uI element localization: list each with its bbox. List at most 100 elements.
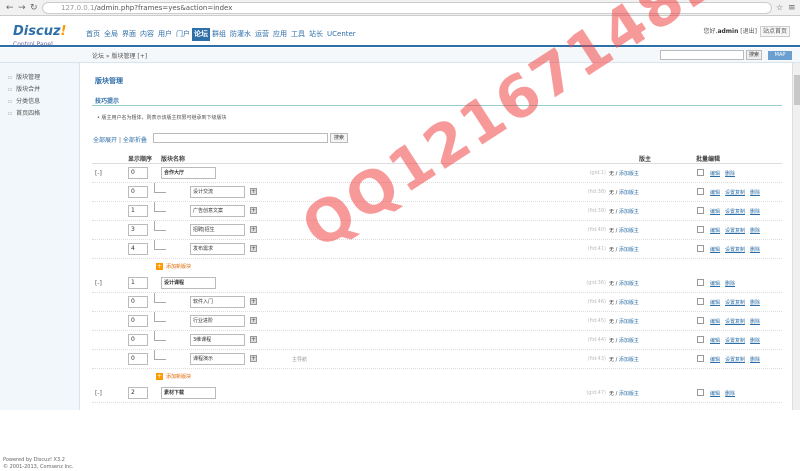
- batch-checkbox[interactable]: [697, 317, 704, 324]
- delete-link[interactable]: 删除: [750, 228, 760, 234]
- nav-item[interactable]: 站长: [307, 28, 325, 41]
- edit-link[interactable]: 编辑: [710, 228, 720, 234]
- forum-filter-input[interactable]: [153, 133, 328, 143]
- name-input[interactable]: 3维课程: [190, 334, 245, 346]
- delete-link[interactable]: 删除: [750, 338, 760, 344]
- add-subforum-icon[interactable]: +: [250, 317, 257, 324]
- add-moderator-link[interactable]: 添加版主: [619, 190, 639, 196]
- batch-checkbox[interactable]: [697, 245, 704, 252]
- batch-checkbox[interactable]: [697, 355, 704, 362]
- edit-link[interactable]: 编辑: [710, 281, 720, 287]
- edit-link[interactable]: 编辑: [710, 171, 720, 177]
- menu-search-input[interactable]: [660, 50, 744, 60]
- breadcrumb[interactable]: 论坛 » 版块管理 [+]: [92, 51, 147, 60]
- order-input[interactable]: 0: [128, 186, 148, 198]
- name-input[interactable]: 软件入门: [190, 296, 245, 308]
- nav-item[interactable]: 全局: [102, 28, 120, 41]
- reload-icon[interactable]: ↻: [30, 3, 38, 13]
- add-moderator-link[interactable]: 添加版主: [619, 171, 639, 177]
- name-input[interactable]: 合作大厅: [161, 167, 216, 179]
- edit-link[interactable]: 编辑: [710, 209, 720, 215]
- add-forum-link[interactable]: 添加新版块: [166, 373, 191, 380]
- add-subforum-icon[interactable]: +: [250, 355, 257, 362]
- add-moderator-link[interactable]: 添加版主: [619, 209, 639, 215]
- add-moderator-link[interactable]: 添加版主: [619, 247, 639, 253]
- copy-settings-link[interactable]: 设置复制: [725, 300, 745, 306]
- delete-link[interactable]: 删除: [750, 190, 760, 196]
- copy-settings-link[interactable]: 设置复制: [725, 338, 745, 344]
- copy-settings-link[interactable]: 设置复制: [725, 190, 745, 196]
- delete-link[interactable]: 删除: [750, 319, 760, 325]
- batch-checkbox[interactable]: [697, 169, 704, 176]
- name-input[interactable]: 设计交流: [190, 186, 245, 198]
- nav-item[interactable]: 群组: [210, 28, 228, 41]
- add-subforum-icon[interactable]: +: [250, 226, 257, 233]
- delete-link[interactable]: 删除: [750, 209, 760, 215]
- name-input[interactable]: 广告创意文案: [190, 205, 245, 217]
- batch-checkbox[interactable]: [697, 336, 704, 343]
- name-input[interactable]: 行业进阶: [190, 315, 245, 327]
- add-subforum-icon[interactable]: +: [250, 188, 257, 195]
- site-home-button[interactable]: 站点首页: [759, 26, 790, 37]
- copy-settings-link[interactable]: 设置复制: [725, 357, 745, 363]
- add-forum-row[interactable]: + 添加新版块: [92, 259, 782, 274]
- add-subforum-icon[interactable]: +: [250, 298, 257, 305]
- edit-link[interactable]: 编辑: [710, 300, 720, 306]
- batch-checkbox[interactable]: [697, 188, 704, 195]
- add-subforum-icon[interactable]: +: [250, 245, 257, 252]
- scrollbar-thumb[interactable]: [794, 75, 800, 105]
- order-input[interactable]: 0: [128, 296, 148, 308]
- copy-settings-link[interactable]: 设置复制: [725, 319, 745, 325]
- delete-link[interactable]: 删除: [750, 247, 760, 253]
- add-moderator-link[interactable]: 添加版主: [619, 228, 639, 234]
- name-input[interactable]: 课程演示: [190, 353, 245, 365]
- sidebar-item[interactable]: ▫ 首页四格: [0, 108, 79, 120]
- order-input[interactable]: 0: [128, 353, 148, 365]
- edit-link[interactable]: 编辑: [710, 357, 720, 363]
- nav-item[interactable]: 防灌水: [228, 28, 253, 41]
- copy-settings-link[interactable]: 设置复制: [725, 228, 745, 234]
- edit-link[interactable]: 编辑: [710, 338, 720, 344]
- order-input[interactable]: 0: [128, 315, 148, 327]
- nav-item[interactable]: UCenter: [325, 28, 358, 41]
- order-input[interactable]: 0: [128, 167, 148, 179]
- add-moderator-link[interactable]: 添加版主: [619, 300, 639, 306]
- sidebar-item[interactable]: ▫ 版块合并: [0, 84, 79, 96]
- nav-item[interactable]: 首页: [84, 28, 102, 41]
- batch-checkbox[interactable]: [697, 298, 704, 305]
- collapse-toggle[interactable]: [-]: [95, 170, 102, 177]
- expand-all-link[interactable]: 全部展开: [93, 137, 117, 144]
- menu-icon[interactable]: ≡: [788, 3, 796, 13]
- url-bar[interactable]: 127.0.0.1/admin.php?frames=yes&action=in…: [42, 2, 772, 14]
- add-moderator-link[interactable]: 添加版主: [619, 281, 639, 287]
- menu-search-button[interactable]: 搜索: [746, 50, 762, 60]
- edit-link[interactable]: 编辑: [710, 247, 720, 253]
- nav-item[interactable]: 门户: [174, 28, 192, 41]
- nav-item[interactable]: 界面: [120, 28, 138, 41]
- collapse-toggle[interactable]: [-]: [95, 280, 102, 287]
- order-input[interactable]: 1: [128, 277, 148, 289]
- order-input[interactable]: 2: [128, 387, 148, 399]
- nav-item[interactable]: 应用: [271, 28, 289, 41]
- nav-item[interactable]: 工具: [289, 28, 307, 41]
- name-input[interactable]: 发布需求: [190, 243, 245, 255]
- delete-link[interactable]: 删除: [725, 171, 735, 177]
- add-forum-row[interactable]: + 添加新版块: [92, 369, 782, 384]
- collapse-all-link[interactable]: 全部折叠: [123, 137, 147, 144]
- sidebar-item[interactable]: ▫ 分类信息: [0, 96, 79, 108]
- edit-link[interactable]: 编辑: [710, 190, 720, 196]
- add-forum-link[interactable]: 添加新版块: [166, 263, 191, 270]
- edit-link[interactable]: 编辑: [710, 319, 720, 325]
- forum-filter-button[interactable]: 搜索: [330, 133, 348, 143]
- batch-checkbox[interactable]: [697, 226, 704, 233]
- add-subforum-icon[interactable]: +: [250, 336, 257, 343]
- sidebar-item[interactable]: ▫ 版块管理: [0, 72, 79, 84]
- order-input[interactable]: 4: [128, 243, 148, 255]
- batch-checkbox[interactable]: [697, 279, 704, 286]
- add-icon[interactable]: +: [156, 263, 163, 270]
- order-input[interactable]: 0: [128, 334, 148, 346]
- star-icon[interactable]: ☆: [776, 3, 783, 13]
- add-moderator-link[interactable]: 添加版主: [619, 338, 639, 344]
- copy-settings-link[interactable]: 设置复制: [725, 209, 745, 215]
- back-icon[interactable]: ←: [6, 3, 14, 13]
